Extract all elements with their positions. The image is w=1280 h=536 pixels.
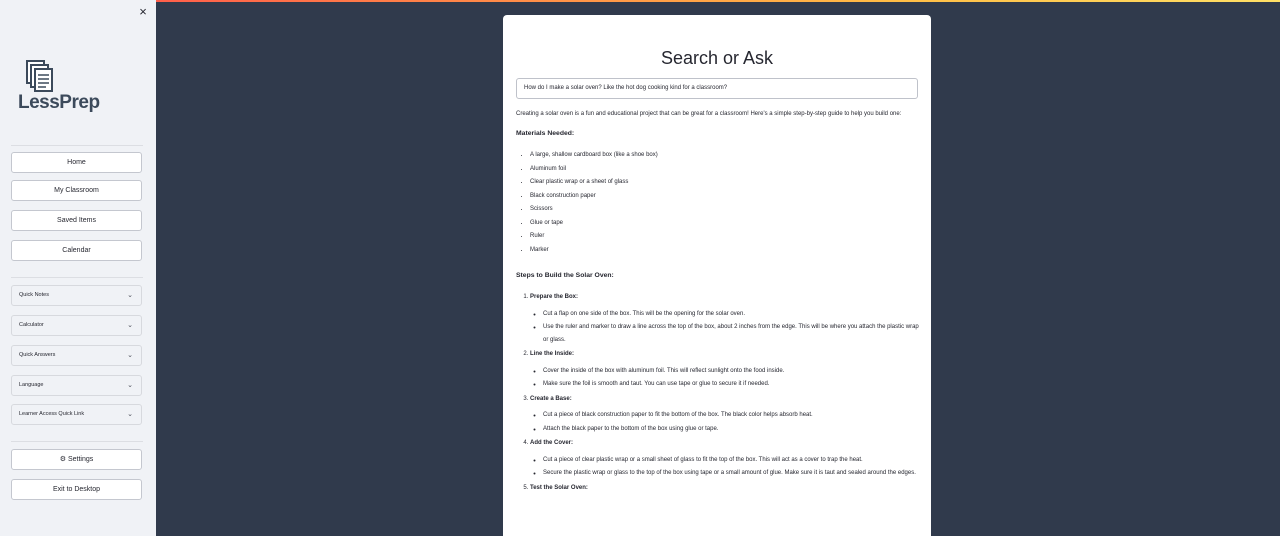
step-title: Test the Solar Oven: (530, 484, 588, 491)
expander-label: Quick Notes (19, 292, 49, 298)
exit-to-desktop-button[interactable]: Exit to Desktop (11, 479, 142, 500)
list-item: Make sure the foil is smooth and taut. Y… (543, 378, 921, 391)
step-item: Line the Inside: Cover the inside of the… (530, 348, 921, 391)
top-accent-bar (0, 0, 1280, 2)
list-item: Secure the plastic wrap or glass to the … (543, 467, 921, 480)
chevron-down-icon: ⌄ (127, 411, 133, 418)
answer-content: Creating a solar oven is a fun and educa… (516, 108, 921, 498)
steps-heading: Steps to Build the Solar Oven: (516, 272, 614, 279)
step-item: Create a Base: Cut a piece of black cons… (530, 393, 921, 436)
list-item: Scissors (530, 203, 921, 217)
chevron-down-icon: ⌄ (127, 292, 133, 299)
list-item: Clear plastic wrap or a sheet of glass (530, 176, 921, 190)
logo-text: LessPrep (18, 92, 100, 113)
list-item: Cut a piece of clear plastic wrap or a s… (543, 454, 921, 467)
list-item: Attach the black paper to the bottom of … (543, 423, 921, 436)
step-title: Line the Inside: (530, 351, 575, 357)
step-title: Create a Base: (530, 395, 572, 402)
language-expander[interactable]: Language ⌄ (11, 375, 142, 396)
chevron-down-icon: ⌄ (127, 322, 133, 329)
calendar-button[interactable]: Calendar (11, 240, 142, 261)
step-title: Prepare the Box: (530, 294, 579, 300)
step-item: Test the Solar Oven: (530, 482, 921, 495)
list-item: Marker (530, 244, 921, 258)
list-item: Use the ruler and marker to draw a line … (543, 321, 921, 346)
materials-list: A large, shallow cardboard box (like a s… (516, 149, 921, 257)
settings-button[interactable]: ⚙ Settings (11, 449, 142, 470)
list-item: Ruler (530, 230, 921, 244)
saved-items-button[interactable]: Saved Items (11, 210, 142, 231)
list-item: A large, shallow cardboard box (like a s… (530, 149, 921, 163)
intro-text: Creating a solar oven is a fun and educa… (516, 111, 902, 117)
expander-label: Language (19, 382, 44, 388)
expander-label: Learner Access Quick Link (19, 411, 85, 417)
step-item: Prepare the Box: Cut a flap on one side … (530, 291, 921, 346)
home-button[interactable]: Home (11, 152, 142, 173)
list-item: Cut a piece of black construction paper … (543, 409, 921, 422)
list-item: Black construction paper (530, 190, 921, 204)
chevron-down-icon: ⌄ (127, 352, 133, 359)
divider (11, 145, 143, 146)
main-card: Search or Ask How do I make a solar oven… (503, 15, 931, 536)
learner-access-expander[interactable]: Learner Access Quick Link ⌄ (11, 404, 142, 425)
materials-heading: Materials Needed: (516, 130, 575, 137)
quick-answers-expander[interactable]: Quick Answers ⌄ (11, 345, 142, 366)
divider (11, 441, 143, 442)
document-stack-icon (26, 60, 53, 92)
logo: LessPrep (18, 60, 100, 113)
list-item: Cover the inside of the box with aluminu… (543, 365, 921, 378)
expander-label: Calculator (19, 322, 44, 328)
list-item: Aluminum foil (530, 163, 921, 177)
close-sidebar-icon[interactable]: × (136, 5, 150, 19)
expander-label: Quick Answers (19, 352, 56, 358)
search-input[interactable]: How do I make a solar oven? Like the hot… (516, 78, 918, 99)
sidebar: × LessPrep Home My Classroom Saved Items… (0, 0, 156, 536)
page-title: Search or Ask (660, 48, 774, 68)
steps-list: Prepare the Box: Cut a flap on one side … (516, 291, 921, 494)
my-classroom-button[interactable]: My Classroom (11, 180, 142, 201)
calculator-expander[interactable]: Calculator ⌄ (11, 315, 142, 336)
divider (11, 277, 143, 278)
chevron-down-icon: ⌄ (127, 382, 133, 389)
step-title: Add the Cover: (530, 440, 574, 446)
list-item: Glue or tape (530, 217, 921, 231)
quick-notes-expander[interactable]: Quick Notes ⌄ (11, 285, 142, 306)
step-item: Add the Cover: Cut a piece of clear plas… (530, 437, 921, 480)
list-item: Cut a flap on one side of the box. This … (543, 308, 921, 321)
